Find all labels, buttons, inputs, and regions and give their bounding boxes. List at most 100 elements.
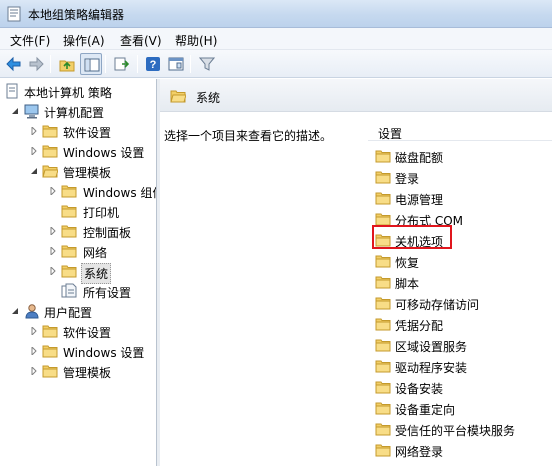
tree-node-cc-windows[interactable]: Windows 设置 (0, 141, 156, 161)
svg-text:?: ? (150, 59, 157, 71)
forward-button[interactable] (25, 53, 47, 75)
tree-node-system[interactable]: 系统 (0, 261, 156, 284)
list-item[interactable]: 区域设置服务 (375, 335, 552, 356)
expand-arrow-icon[interactable] (49, 227, 57, 235)
policy-document-icon (6, 83, 18, 99)
folder-icon (61, 245, 77, 258)
tree-node-all-settings[interactable]: 所有设置 (0, 281, 156, 301)
menu-bar: 文件(F) 操作(A) 查看(V) 帮助(H) (0, 28, 552, 50)
column-header-setting[interactable]: 设置 (368, 121, 552, 141)
window-title: 本地组策略编辑器 (28, 8, 125, 22)
expand-arrow-icon[interactable] (30, 347, 38, 355)
title-bar[interactable]: 本地组策略编辑器 (0, 0, 552, 28)
export-list-button[interactable] (111, 53, 133, 75)
tree-node-cc-software[interactable]: 软件设置 (0, 121, 156, 141)
list-item[interactable]: 设备重定向 (375, 398, 552, 419)
collapse-arrow-icon[interactable] (11, 107, 19, 115)
list-item[interactable]: 可移动存储访问 (375, 293, 552, 314)
tree-node-network[interactable]: 网络 (0, 241, 156, 261)
tree-node-uc-windows[interactable]: Windows 设置 (0, 341, 156, 361)
menu-file[interactable]: 文件(F) (10, 32, 50, 49)
collapse-arrow-icon[interactable] (30, 167, 38, 175)
list-item[interactable]: 设备安装 (375, 377, 552, 398)
tree-node-windows-components[interactable]: Windows 组件 (0, 181, 157, 201)
expand-arrow-icon[interactable] (30, 327, 38, 335)
expand-arrow-icon[interactable] (49, 247, 57, 255)
folder-icon (42, 125, 58, 138)
list-item-label: 受信任的平台模块服务 (395, 424, 516, 438)
folder-icon (375, 150, 391, 163)
tree-node-local-policy[interactable]: 本地计算机 策略 (0, 81, 156, 101)
list-item-label: 设备重定向 (395, 403, 456, 417)
show-hide-tree-button[interactable] (80, 53, 102, 75)
up-folder-icon (59, 60, 75, 72)
list-item[interactable]: 磁盘配额 (375, 146, 552, 167)
list-item-label: 区域设置服务 (395, 340, 468, 354)
list-item-label: 凭据分配 (395, 319, 444, 333)
list-item[interactable]: 受信任的平台模块服务 (375, 419, 552, 440)
node-header: 系统 (160, 79, 552, 112)
tree-node-label: Windows 设置 (63, 146, 145, 160)
list-item[interactable]: 凭据分配 (375, 314, 552, 335)
tree-node-computer-config[interactable]: 计算机配置 (0, 101, 156, 121)
list-item-label: 驱动程序安装 (395, 361, 468, 375)
list-item[interactable]: 驱动程序安装 (375, 356, 552, 377)
expand-arrow-icon[interactable] (30, 367, 38, 375)
list-item[interactable]: 登录 (375, 167, 552, 188)
computer-icon (24, 104, 39, 119)
tree-node-label: 网络 (83, 246, 108, 260)
folder-icon (61, 185, 77, 198)
folder-open-icon (170, 90, 186, 103)
column-header-label: 设置 (378, 127, 403, 141)
help-icon: ? (146, 57, 160, 71)
tree-node-user-config[interactable]: 用户配置 (0, 301, 156, 321)
back-button[interactable] (3, 53, 25, 75)
tree-node-printers[interactable]: 打印机 (0, 201, 156, 221)
tree-node-uc-admin-templates[interactable]: 管理模板 (0, 361, 156, 381)
folder-icon (61, 205, 77, 218)
tree-node-label: Windows 组件 (83, 186, 157, 200)
help-button[interactable]: ? (142, 53, 164, 75)
properties-button[interactable] (165, 53, 187, 75)
list-item[interactable]: 电源管理 (375, 188, 552, 209)
toolbar-separator (190, 55, 191, 73)
up-level-button[interactable] (56, 53, 78, 75)
folder-icon (42, 365, 58, 378)
list-item[interactable]: 网络登录 (375, 440, 552, 461)
tree-node-label: 管理模板 (63, 166, 112, 180)
tree-node-label: 打印机 (83, 206, 120, 220)
list-item[interactable]: 脚本 (375, 272, 552, 293)
menu-help[interactable]: 帮助(H) (175, 32, 217, 49)
tree-node-label: 所有设置 (83, 286, 132, 300)
folder-icon (375, 381, 391, 394)
tree-node-label: 软件设置 (63, 126, 112, 140)
folder-icon (375, 360, 391, 373)
folder-icon (375, 444, 391, 457)
folder-icon (375, 276, 391, 289)
folder-icon (42, 325, 58, 338)
collapse-arrow-icon[interactable] (11, 307, 19, 315)
node-title: 系统 (196, 91, 221, 105)
tree-node-control-panel[interactable]: 控制面板 (0, 221, 156, 241)
menu-view[interactable]: 查看(V) (120, 32, 162, 49)
tree-node-cc-admin-templates[interactable]: 管理模板 (0, 161, 156, 181)
list-item[interactable]: 恢复 (375, 251, 552, 272)
tree-node-uc-software[interactable]: 软件设置 (0, 321, 156, 341)
properties-icon (168, 57, 184, 71)
highlight-annotation (372, 225, 452, 249)
tree-node-label: 管理模板 (63, 366, 112, 380)
filter-button[interactable] (196, 53, 218, 75)
console-tree[interactable]: 本地计算机 策略 计算机配置 软件设置 Windows 设置 管理模板 Wind… (0, 79, 157, 466)
tree-node-label: Windows 设置 (63, 346, 145, 360)
folder-icon (42, 145, 58, 158)
expand-arrow-icon[interactable] (30, 147, 38, 155)
toolbar-separator (105, 55, 106, 73)
expand-arrow-icon[interactable] (30, 127, 38, 135)
expand-arrow-icon[interactable] (49, 187, 57, 195)
expand-arrow-icon[interactable] (49, 267, 57, 275)
toolbar-separator (137, 55, 138, 73)
list-item-label: 可移动存储访问 (395, 298, 480, 312)
menu-action[interactable]: 操作(A) (63, 32, 105, 49)
list-item-label: 脚本 (395, 277, 420, 291)
toolbar: ? (0, 50, 552, 78)
